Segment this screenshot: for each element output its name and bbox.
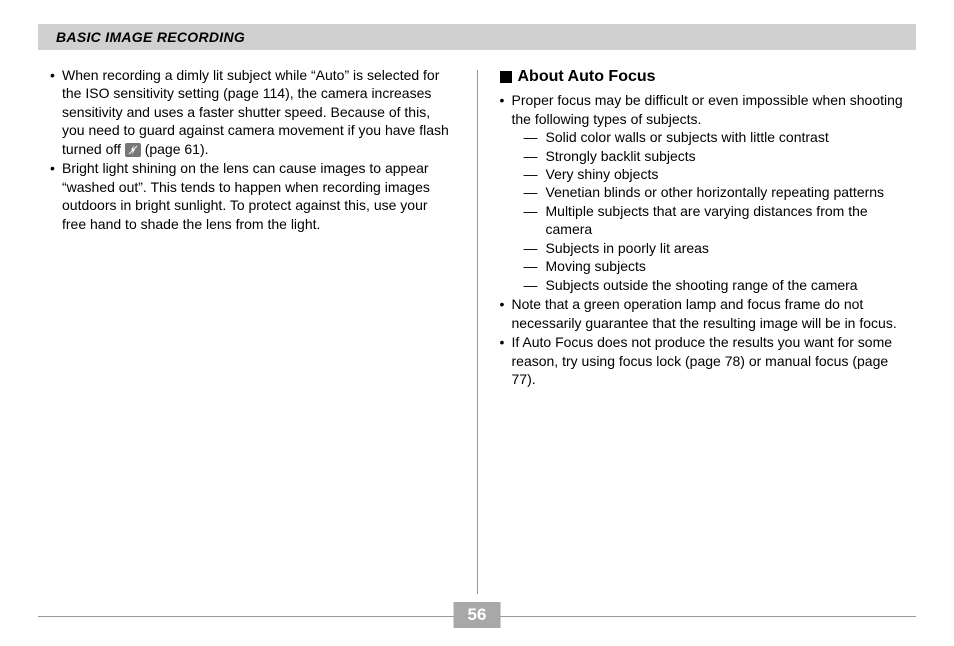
flash-off-icon [125, 143, 141, 157]
bullet-text: Proper focus may be difficult or even im… [512, 91, 905, 294]
dash-text: Venetian blinds or other horizontally re… [546, 183, 905, 201]
bullet-marker: • [50, 159, 62, 233]
dash-marker: — [524, 128, 546, 146]
text-segment: (page 61). [145, 141, 209, 157]
dash-marker: — [524, 276, 546, 294]
bullet-text: When recording a dimly lit subject while… [62, 66, 455, 158]
bullet-marker: • [500, 295, 512, 332]
section-header-bar: BASIC IMAGE RECORDING [38, 24, 916, 50]
page-number: 56 [454, 602, 501, 628]
dash-marker: — [524, 183, 546, 201]
right-column: About Auto Focus • Proper focus may be d… [478, 58, 917, 594]
dash-item: —Venetian blinds or other horizontally r… [524, 183, 905, 201]
bullet-item: • Proper focus may be difficult or even … [500, 91, 905, 294]
left-column: • When recording a dimly lit subject whi… [38, 58, 477, 594]
dash-marker: — [524, 239, 546, 257]
bullet-item: • Bright light shining on the lens can c… [50, 159, 455, 233]
dash-item: —Subjects outside the shooting range of … [524, 276, 905, 294]
dash-text: Solid color walls or subjects with littl… [546, 128, 905, 146]
dash-text: Multiple subjects that are varying dista… [546, 202, 905, 239]
dash-text: Very shiny objects [546, 165, 905, 183]
dash-item: —Subjects in poorly lit areas [524, 239, 905, 257]
dash-marker: — [524, 165, 546, 183]
bullet-marker: • [50, 66, 62, 158]
dash-item: —Strongly backlit subjects [524, 147, 905, 165]
subheading-text: About Auto Focus [518, 66, 656, 87]
dash-text: Moving subjects [546, 257, 905, 275]
bullet-text: Note that a green operation lamp and foc… [512, 295, 905, 332]
bullet-marker: • [500, 333, 512, 388]
dash-marker: — [524, 202, 546, 239]
bullet-text: Bright light shining on the lens can cau… [62, 159, 455, 233]
dash-text: Strongly backlit subjects [546, 147, 905, 165]
section-title: BASIC IMAGE RECORDING [56, 29, 245, 45]
bullet-marker: • [500, 91, 512, 294]
dash-text: Subjects outside the shooting range of t… [546, 276, 905, 294]
dash-marker: — [524, 257, 546, 275]
content-columns: • When recording a dimly lit subject whi… [38, 58, 916, 594]
square-bullet-icon [500, 71, 512, 83]
dash-list: —Solid color walls or subjects with litt… [524, 128, 905, 294]
text-segment: Proper focus may be difficult or even im… [512, 92, 903, 126]
dash-item: —Solid color walls or subjects with litt… [524, 128, 905, 146]
text-segment: When recording a dimly lit subject while… [62, 67, 449, 157]
dash-marker: — [524, 147, 546, 165]
dash-text: Subjects in poorly lit areas [546, 239, 905, 257]
bullet-item: • When recording a dimly lit subject whi… [50, 66, 455, 158]
manual-page: BASIC IMAGE RECORDING • When recording a… [0, 0, 954, 646]
dash-item: —Multiple subjects that are varying dist… [524, 202, 905, 239]
dash-item: —Moving subjects [524, 257, 905, 275]
subheading: About Auto Focus [500, 66, 905, 87]
bullet-item: • Note that a green operation lamp and f… [500, 295, 905, 332]
bullet-item: • If Auto Focus does not produce the res… [500, 333, 905, 388]
bullet-text: If Auto Focus does not produce the resul… [512, 333, 905, 388]
dash-item: —Very shiny objects [524, 165, 905, 183]
page-footer: 56 [38, 602, 916, 632]
